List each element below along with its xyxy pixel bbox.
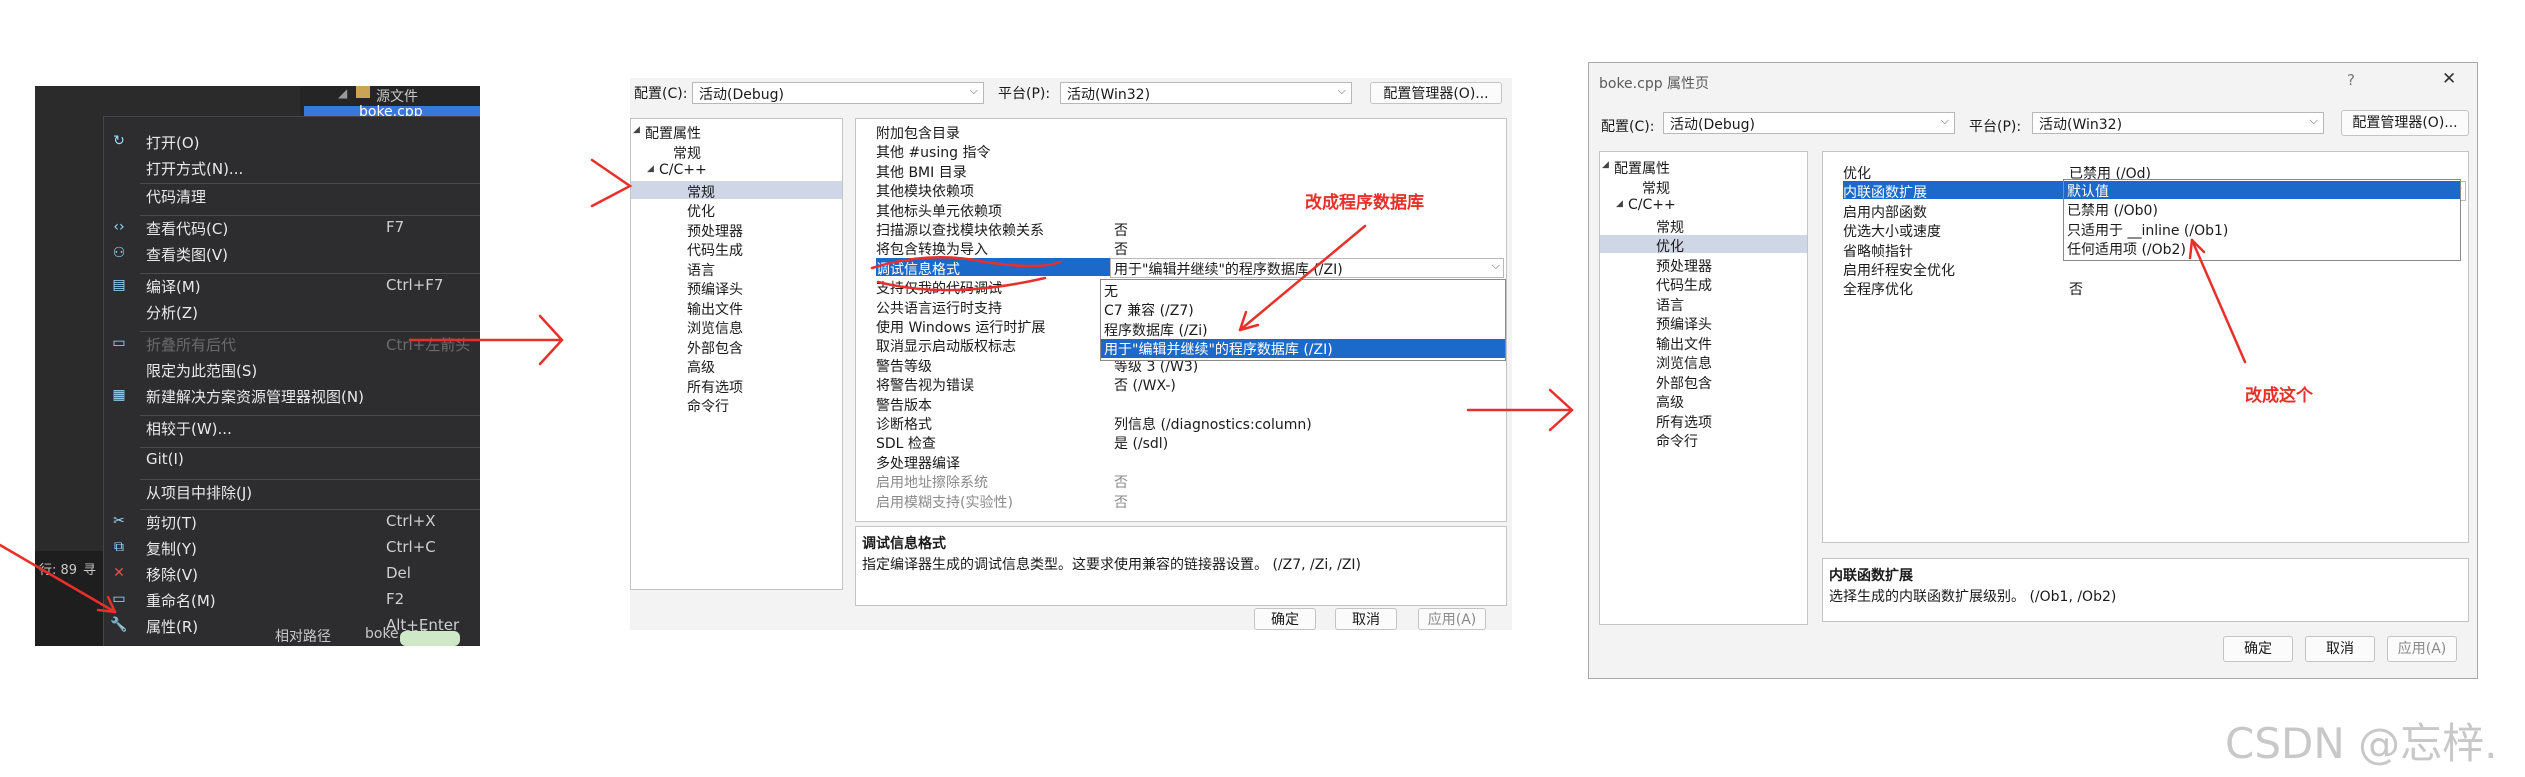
scribble-underline bbox=[870, 255, 1062, 292]
watermark: CSDN @忘梓. bbox=[2225, 719, 2498, 768]
arrow-to-dropdown bbox=[1238, 224, 1367, 332]
annotation-arrows bbox=[0, 158, 2247, 614]
arrow-to-inline-option bbox=[2190, 238, 2247, 364]
arrow-to-properties bbox=[0, 543, 117, 614]
arrow-to-general bbox=[590, 158, 633, 208]
